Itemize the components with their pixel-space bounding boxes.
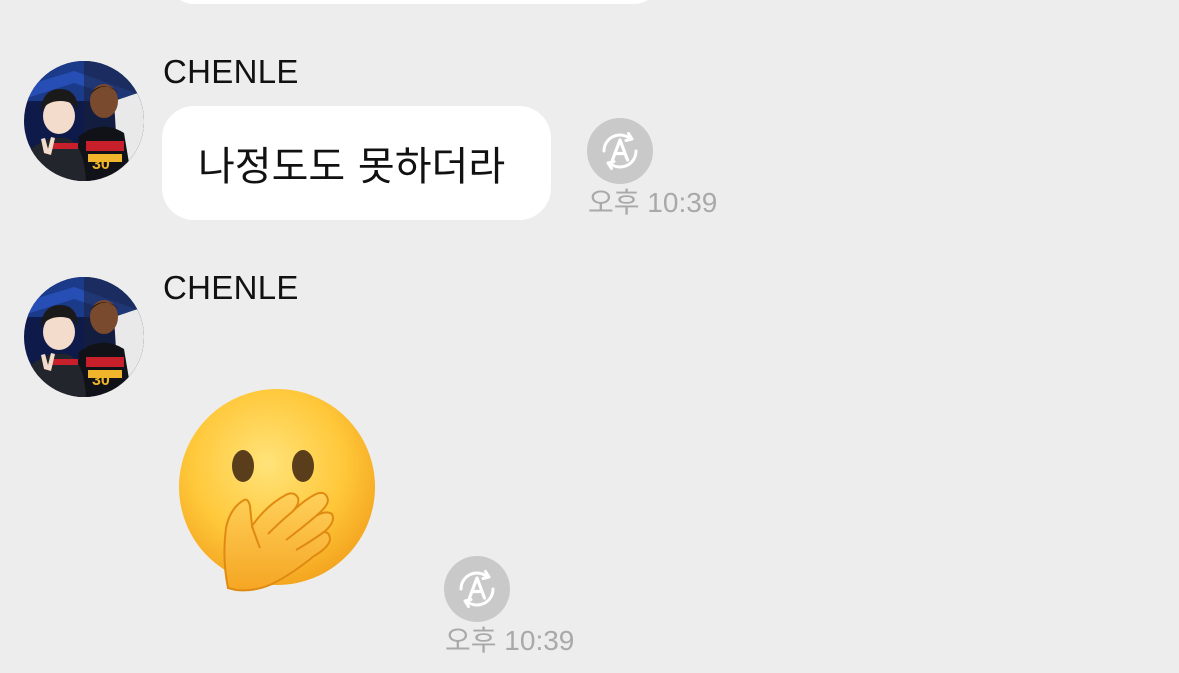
sender-avatar[interactable] [24, 61, 144, 181]
sender-name: CHENLE [163, 53, 299, 90]
auto-translate-icon [444, 556, 510, 622]
sender-name: CHENLE [163, 269, 299, 306]
message-bubble[interactable]: 나정도도 못하더라 [162, 106, 552, 220]
message-timestamp: 오후 10:39 [445, 625, 575, 656]
sender-avatar[interactable] [24, 277, 144, 397]
auto-translate-icon [587, 118, 653, 184]
face-with-hand-over-mouth-emoji[interactable] [176, 388, 378, 594]
message-timestamp: 오후 10:39 [588, 187, 718, 218]
auto-translate-button[interactable] [444, 556, 510, 622]
face-with-hand-over-mouth-icon [179, 389, 375, 592]
profile-photo-icon [24, 277, 144, 397]
profile-photo-icon [24, 61, 144, 181]
previous-message-bubble [168, 0, 660, 4]
auto-translate-button[interactable] [587, 118, 653, 184]
